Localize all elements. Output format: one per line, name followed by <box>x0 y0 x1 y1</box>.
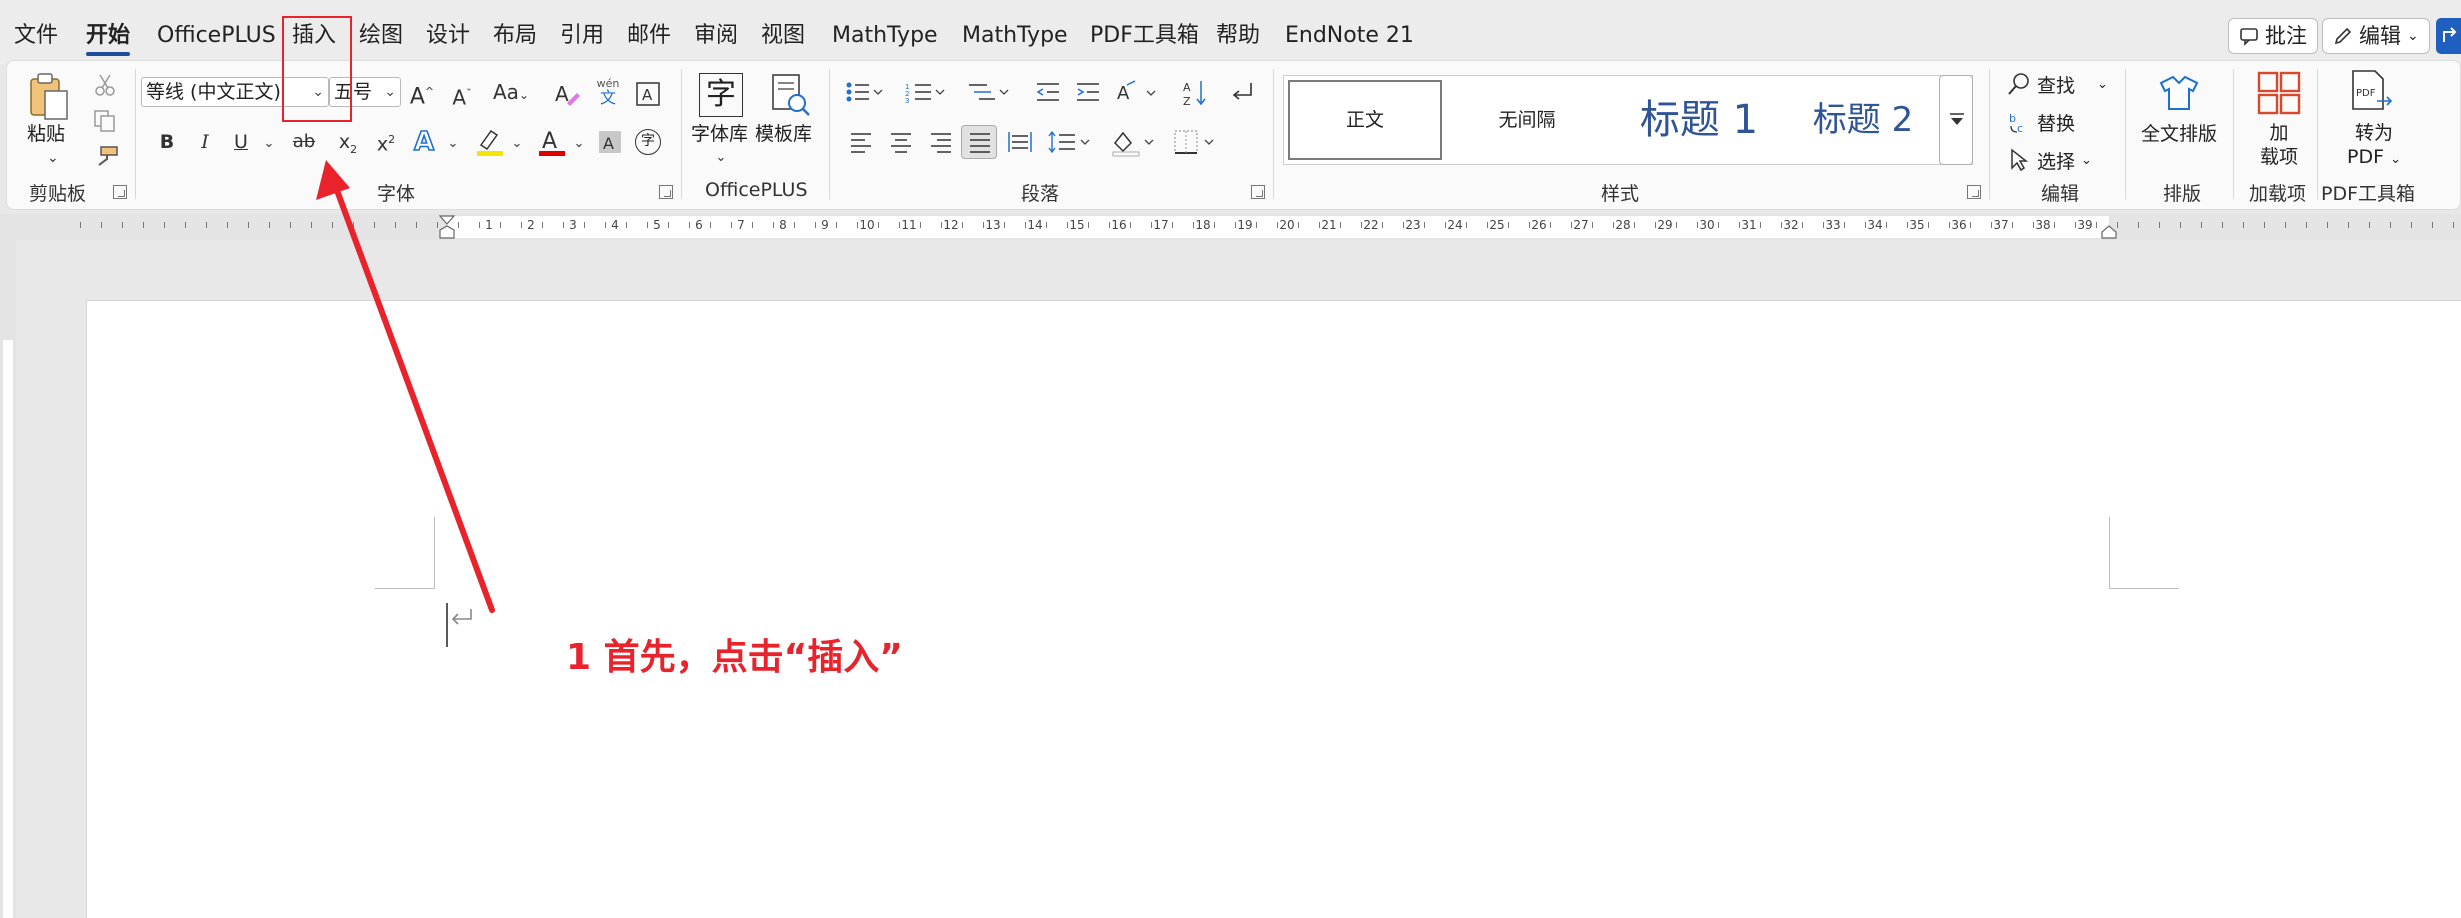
annotation-text: 1 首先，点击“插入” <box>566 637 903 678</box>
word-window: 文件 开始 OfficePLUS 插入 绘图 设计 布局 引用 邮件 审阅 视图… <box>0 0 2461 918</box>
annotation-arrow <box>316 160 495 613</box>
